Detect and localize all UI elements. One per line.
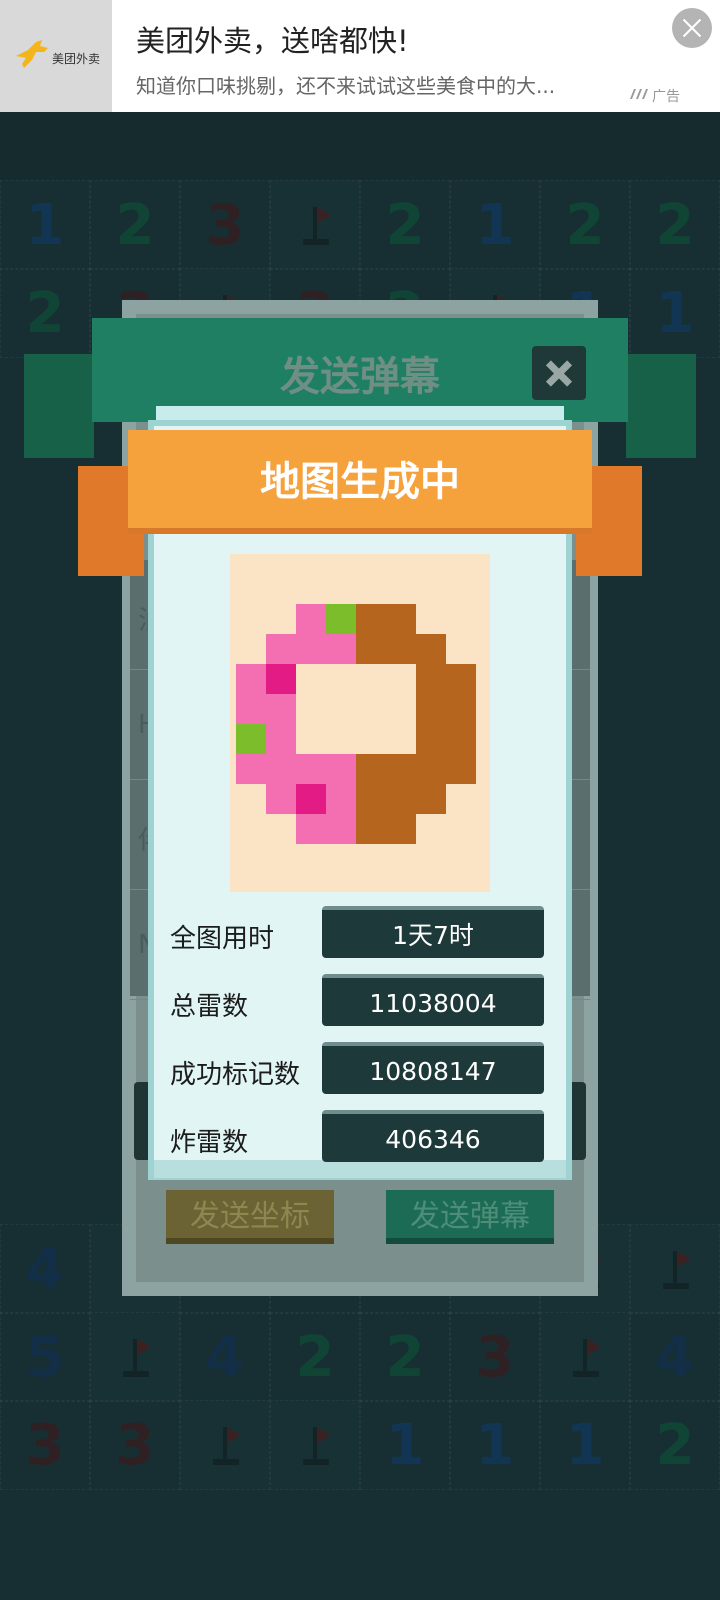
ad-banner[interactable]: 美团外卖 美团外卖，送啥都快! 知道你口味挑剔，还不来试试这些美食中的大... … — [0, 0, 720, 112]
danmaku-ribbon-left-tail — [24, 354, 94, 458]
stat-label-total-mines: 总雷数 — [170, 992, 249, 1022]
modal-bottom-edge — [154, 1160, 566, 1178]
modal-title: 地图生成中 — [260, 459, 460, 505]
donut-icon — [236, 604, 476, 844]
stat-label-flagged: 成功标记数 — [170, 1060, 301, 1090]
stat-value-total-mines: 11038004 — [322, 974, 544, 1026]
stat-label-exploded: 炸雷数 — [170, 1128, 249, 1158]
ad-badge-label: 广告 — [652, 89, 680, 105]
ad-logo-text: 美团外卖 — [52, 52, 101, 66]
danmaku-close-button[interactable] — [532, 346, 586, 400]
danmaku-ribbon-right-tail — [626, 354, 696, 458]
ad-title[interactable]: 美团外卖，送啥都快! — [136, 18, 409, 60]
donut-pixel-art — [230, 554, 490, 892]
kangaroo-logo-icon — [16, 40, 48, 68]
send-coords-button[interactable]: 发送坐标 — [166, 1190, 334, 1244]
send-danmaku-button[interactable]: 发送弹幕 — [386, 1190, 554, 1244]
ad-badge: 广告 — [630, 86, 680, 106]
stat-label-total-time: 全图用时 — [170, 924, 275, 954]
ad-close-button[interactable] — [672, 8, 712, 48]
stat-value-flagged: 10808147 — [322, 1042, 544, 1094]
ad-mark-icon — [630, 89, 648, 99]
stat-value-exploded: 406346 — [322, 1110, 544, 1162]
stat-value-total-time: 1天7时 — [322, 906, 544, 958]
ad-description[interactable]: 知道你口味挑剔，还不来试试这些美食中的大... — [136, 70, 616, 99]
danmaku-dialog-title: 发送弹幕 — [280, 354, 440, 400]
ad-logo[interactable]: 美团外卖 — [0, 0, 112, 112]
